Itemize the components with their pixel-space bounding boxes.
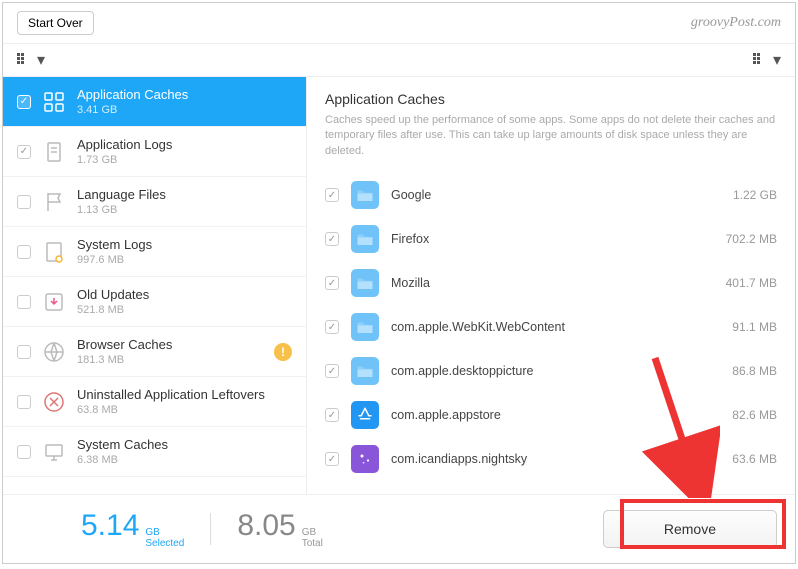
category-checkbox[interactable] bbox=[17, 145, 31, 159]
category-size: 1.13 GB bbox=[77, 204, 292, 216]
category-row[interactable]: Uninstalled Application Leftovers 63.8 M… bbox=[3, 377, 306, 427]
item-name: com.icandiapps.nightsky bbox=[391, 452, 720, 466]
brand-watermark: groovyPost.com bbox=[691, 15, 781, 31]
list-item[interactable]: Google 1.22 GB bbox=[307, 173, 795, 217]
detail-header: Application Caches Caches speed up the p… bbox=[307, 77, 795, 169]
category-checkbox[interactable] bbox=[17, 245, 31, 259]
item-checkbox[interactable] bbox=[325, 364, 339, 378]
item-name: Google bbox=[391, 188, 721, 202]
category-size: 6.38 MB bbox=[77, 454, 292, 466]
category-checkbox[interactable] bbox=[17, 195, 31, 209]
category-size: 997.6 MB bbox=[77, 254, 292, 266]
folder-icon bbox=[351, 313, 379, 341]
folder-icon bbox=[351, 225, 379, 253]
detail-description: Caches speed up the performance of some … bbox=[325, 113, 777, 159]
item-name: com.apple.appstore bbox=[391, 408, 720, 422]
category-checkbox[interactable] bbox=[17, 345, 31, 359]
language-icon bbox=[41, 189, 67, 215]
item-size: 82.6 MB bbox=[732, 408, 777, 422]
category-title: System Caches bbox=[77, 437, 292, 452]
category-title: Uninstalled Application Leftovers bbox=[77, 387, 292, 402]
item-size: 401.7 MB bbox=[726, 276, 777, 290]
item-size: 1.22 GB bbox=[733, 188, 777, 202]
chevron-down-icon: ▾ bbox=[773, 50, 781, 70]
category-checkbox[interactable] bbox=[17, 445, 31, 459]
list-item[interactable]: com.apple.desktoppicture 86.8 MB bbox=[307, 349, 795, 393]
list-item[interactable]: com.icandiapps.nightsky 63.6 MB bbox=[307, 437, 795, 481]
category-title: Browser Caches bbox=[77, 337, 264, 352]
updates-icon bbox=[41, 289, 67, 315]
stat-divider bbox=[210, 513, 211, 545]
category-size: 3.41 GB bbox=[77, 104, 292, 116]
category-size: 63.8 MB bbox=[77, 404, 292, 416]
folder-icon bbox=[351, 181, 379, 209]
category-row[interactable]: Application Caches 3.41 GB bbox=[3, 77, 306, 127]
sys-logs-icon bbox=[41, 239, 67, 265]
item-size: 91.1 MB bbox=[732, 320, 777, 334]
selected-size-number: 5.14 bbox=[81, 509, 139, 543]
start-over-button[interactable]: Start Over bbox=[17, 11, 94, 35]
item-size: 63.6 MB bbox=[732, 452, 777, 466]
category-row[interactable]: Application Logs 1.73 GB bbox=[3, 127, 306, 177]
category-size: 521.8 MB bbox=[77, 304, 292, 316]
category-checkbox[interactable] bbox=[17, 295, 31, 309]
category-title: Application Caches bbox=[77, 87, 292, 102]
remove-button[interactable]: Remove bbox=[603, 510, 777, 548]
category-title: Old Updates bbox=[77, 287, 292, 302]
app-caches-icon bbox=[41, 89, 67, 115]
category-size: 1.73 GB bbox=[77, 154, 292, 166]
list-item[interactable]: com.apple.appstore 82.6 MB bbox=[307, 393, 795, 437]
category-title: Language Files bbox=[77, 187, 292, 202]
folder-icon bbox=[351, 269, 379, 297]
category-row[interactable]: System Logs 997.6 MB bbox=[3, 227, 306, 277]
nightsky-icon bbox=[351, 445, 379, 473]
item-name: com.apple.WebKit.WebContent bbox=[391, 320, 720, 334]
item-name: Firefox bbox=[391, 232, 714, 246]
appstore-icon bbox=[351, 401, 379, 429]
browser-icon bbox=[41, 339, 67, 365]
toolbar: ▾ ▾ bbox=[3, 43, 795, 77]
category-checkbox[interactable] bbox=[17, 95, 31, 109]
selected-size-stat: 5.14 GBSelected bbox=[81, 509, 184, 549]
list-item[interactable]: Firefox 702.2 MB bbox=[307, 217, 795, 261]
item-checkbox[interactable] bbox=[325, 188, 339, 202]
category-sidebar: Application Caches 3.41 GB Application L… bbox=[3, 77, 307, 494]
category-row[interactable]: Language Files 1.13 GB bbox=[3, 177, 306, 227]
item-checkbox[interactable] bbox=[325, 232, 339, 246]
item-checkbox[interactable] bbox=[325, 276, 339, 290]
detail-title: Application Caches bbox=[325, 91, 777, 107]
category-title: Application Logs bbox=[77, 137, 292, 152]
item-checkbox[interactable] bbox=[325, 408, 339, 422]
footer: 5.14 GBSelected 8.05 GBTotal Remove bbox=[3, 494, 795, 563]
category-size: 181.3 MB bbox=[77, 354, 264, 366]
topbar: Start Over groovyPost.com bbox=[3, 3, 795, 43]
list-item[interactable]: com.apple.WebKit.WebContent 91.1 MB bbox=[307, 305, 795, 349]
chevron-down-icon: ▾ bbox=[37, 50, 45, 70]
leftovers-icon bbox=[41, 389, 67, 415]
item-checkbox[interactable] bbox=[325, 320, 339, 334]
item-list: Google 1.22 GB Firefox 702.2 MB Mozilla … bbox=[307, 169, 795, 494]
folder-icon bbox=[351, 357, 379, 385]
item-size: 702.2 MB bbox=[726, 232, 777, 246]
total-size-stat: 8.05 GBTotal bbox=[237, 509, 323, 549]
category-row[interactable]: System Caches 6.38 MB bbox=[3, 427, 306, 477]
category-row[interactable]: Old Updates 521.8 MB bbox=[3, 277, 306, 327]
total-size-number: 8.05 bbox=[237, 509, 295, 543]
warning-badge-icon: ! bbox=[274, 343, 292, 361]
category-title: System Logs bbox=[77, 237, 292, 252]
left-view-toggle[interactable]: ▾ bbox=[17, 50, 45, 70]
category-row[interactable]: Browser Caches 181.3 MB ! bbox=[3, 327, 306, 377]
list-item[interactable]: Mozilla 401.7 MB bbox=[307, 261, 795, 305]
sys-caches-icon bbox=[41, 439, 67, 465]
right-view-toggle[interactable]: ▾ bbox=[753, 50, 781, 70]
item-checkbox[interactable] bbox=[325, 452, 339, 466]
app-logs-icon bbox=[41, 139, 67, 165]
item-size: 86.8 MB bbox=[732, 364, 777, 378]
item-name: Mozilla bbox=[391, 276, 714, 290]
category-checkbox[interactable] bbox=[17, 395, 31, 409]
item-name: com.apple.desktoppicture bbox=[391, 364, 720, 378]
